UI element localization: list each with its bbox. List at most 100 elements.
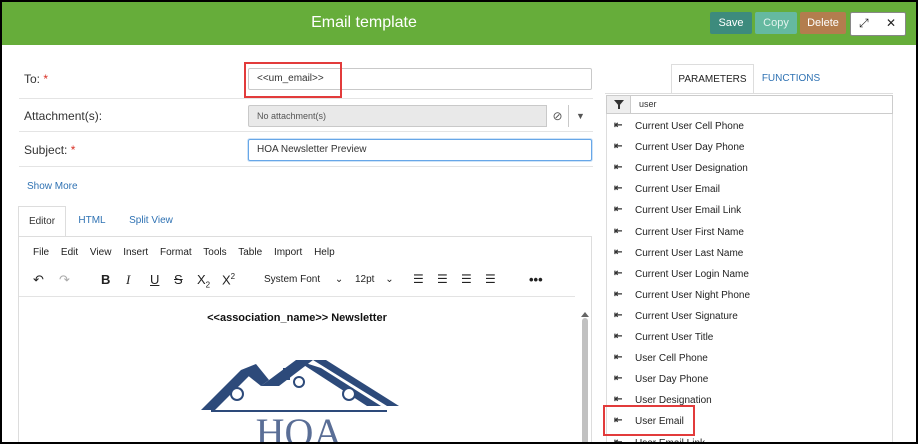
menu-edit[interactable]: Edit bbox=[61, 247, 78, 258]
parameter-item[interactable]: ⇤ Current User Night Phone bbox=[607, 285, 892, 306]
underline-icon[interactable]: U bbox=[150, 272, 159, 287]
font-size-select[interactable]: 12pt ⌄ bbox=[355, 274, 394, 285]
parameter-filter[interactable]: user bbox=[606, 95, 893, 114]
parameter-item[interactable]: ⇤ Current User Login Name bbox=[607, 264, 892, 285]
insert-parameter-icon: ⇤ bbox=[614, 288, 623, 300]
tab-html[interactable]: HTML bbox=[70, 206, 114, 237]
strikethrough-icon[interactable]: S bbox=[174, 272, 183, 287]
menu-tools[interactable]: Tools bbox=[203, 247, 226, 258]
menu-format[interactable]: Format bbox=[160, 247, 192, 258]
required-mark: * bbox=[43, 72, 49, 86]
to-label: To: * bbox=[24, 72, 48, 86]
show-more-link[interactable]: Show More bbox=[27, 181, 78, 192]
insert-parameter-icon: ⇤ bbox=[614, 204, 623, 216]
align-justify-icon[interactable]: ☰ bbox=[485, 272, 496, 286]
parameter-item-label: Current User Email Link bbox=[635, 205, 742, 217]
scroll-up-icon[interactable] bbox=[581, 312, 589, 317]
menu-view[interactable]: View bbox=[90, 247, 112, 258]
insert-parameter-icon: ⇤ bbox=[614, 394, 623, 406]
parameter-item[interactable]: ⇤ User Cell Phone bbox=[607, 348, 892, 369]
tab-split-view[interactable]: Split View bbox=[118, 206, 184, 237]
parameter-list: ⇤ Current User Cell Phone ⇤ Current User Da… bbox=[606, 114, 893, 444]
to-highlight-box bbox=[244, 62, 342, 98]
parameter-item[interactable]: ⇤ Current User Title bbox=[607, 327, 892, 348]
hoa-logo-text: HOA bbox=[256, 410, 343, 444]
email-template-dialog: Email template Save Copy Delete ⤢ ✕ To: … bbox=[0, 0, 918, 444]
parameter-item-label: Current User Login Name bbox=[635, 268, 749, 280]
document-heading[interactable]: <<association_name>> Newsletter bbox=[19, 312, 575, 324]
font-family-value: System Font bbox=[264, 274, 321, 285]
menu-import[interactable]: Import bbox=[274, 247, 302, 258]
window-controls: ⤢ ✕ bbox=[850, 12, 906, 36]
hoa-logo: HOA bbox=[201, 360, 399, 444]
subject-label-text: Subject: bbox=[24, 143, 68, 157]
parameter-item-label: Current User First Name bbox=[635, 226, 744, 238]
parameter-item[interactable]: ⇤ Current User Email Link bbox=[607, 200, 892, 221]
tab-parameters[interactable]: PARAMETERS bbox=[671, 64, 754, 94]
subscript-icon[interactable]: X2 bbox=[197, 272, 210, 290]
parameter-item-label: Current User Email bbox=[635, 184, 721, 196]
attachments-field[interactable]: No attachment(s) bbox=[248, 105, 592, 127]
menu-insert[interactable]: Insert bbox=[123, 247, 148, 258]
parameter-item-label: Current User Day Phone bbox=[635, 142, 745, 154]
menu-help[interactable]: Help bbox=[314, 247, 335, 258]
insert-parameter-icon: ⇤ bbox=[614, 309, 623, 321]
expand-icon[interactable]: ⤢ bbox=[859, 16, 869, 31]
parameter-item-label: User Day Phone bbox=[635, 374, 709, 386]
superscript-icon[interactable]: X2 bbox=[222, 272, 235, 287]
align-left-icon[interactable]: ☰ bbox=[413, 272, 424, 286]
filter-input[interactable]: user bbox=[639, 99, 657, 109]
copy-button[interactable]: Copy bbox=[755, 12, 797, 34]
parameter-item-label: Current User Signature bbox=[635, 310, 738, 322]
editor-toolbar: ↶ ↷ B I U S X2 X2 System Font ⌄ 12pt ⌄ ☰… bbox=[29, 272, 579, 290]
parameter-item[interactable]: ⇤ Current User Email bbox=[607, 179, 892, 200]
divider bbox=[19, 98, 593, 99]
align-right-icon[interactable]: ☰ bbox=[461, 272, 472, 286]
parameter-item[interactable]: ⇤ User Day Phone bbox=[607, 369, 892, 390]
required-mark: * bbox=[70, 143, 76, 157]
parameter-item[interactable]: ⇤ Current User Last Name bbox=[607, 243, 892, 264]
toolbar-divider bbox=[19, 296, 575, 297]
paperclip-icon[interactable]: ⊘ bbox=[546, 105, 568, 127]
menu-file[interactable]: File bbox=[33, 247, 49, 258]
parameter-item[interactable]: ⇤ Current User First Name bbox=[607, 222, 892, 243]
more-options-icon[interactable]: ••• bbox=[529, 272, 543, 287]
attachments-label: Attachment(s): bbox=[24, 109, 103, 123]
tab-editor[interactable]: Editor bbox=[18, 206, 66, 237]
panel-tabs-divider bbox=[605, 93, 893, 94]
editor-tabs: Editor HTML Split View bbox=[18, 206, 592, 237]
parameter-item-label: Current User Cell Phone bbox=[635, 121, 744, 132]
tab-functions[interactable]: FUNCTIONS bbox=[760, 64, 822, 94]
chevron-down-icon: ⌄ bbox=[385, 274, 394, 285]
subject-field[interactable]: HOA Newsletter Preview bbox=[248, 139, 592, 161]
insert-parameter-icon: ⇤ bbox=[614, 436, 623, 444]
parameter-item-label: Current User Title bbox=[635, 332, 714, 343]
parameter-item[interactable]: ⇤ Current User Signature bbox=[607, 306, 892, 327]
insert-parameter-icon: ⇤ bbox=[614, 246, 623, 258]
chevron-down-icon[interactable]: ▼ bbox=[568, 105, 592, 127]
insert-parameter-icon: ⇤ bbox=[614, 267, 623, 279]
parameter-item[interactable]: ⇤ Current User Day Phone bbox=[607, 137, 892, 158]
font-family-select[interactable]: System Font ⌄ bbox=[264, 274, 343, 285]
bold-icon[interactable]: B bbox=[101, 272, 110, 287]
parameter-item[interactable]: ⇤ Current User Cell Phone bbox=[607, 116, 892, 137]
menu-table[interactable]: Table bbox=[238, 247, 262, 258]
editor-scrollbar[interactable] bbox=[581, 312, 589, 442]
parameter-item-label: Current User Designation bbox=[635, 163, 748, 175]
italic-icon[interactable]: I bbox=[126, 272, 130, 288]
close-icon[interactable]: ✕ bbox=[886, 16, 896, 30]
parameter-item[interactable]: ⇤ Current User Designation bbox=[607, 158, 892, 179]
undo-icon[interactable]: ↶ bbox=[33, 272, 44, 288]
attachment-controls: ⊘ ▼ bbox=[546, 105, 592, 127]
save-button[interactable]: Save bbox=[710, 12, 752, 34]
align-center-icon[interactable]: ☰ bbox=[437, 272, 448, 286]
to-label-text: To: bbox=[24, 72, 41, 86]
parameter-item-label: Current User Night Phone bbox=[635, 289, 751, 301]
user-email-highlight-box bbox=[603, 405, 695, 436]
redo-icon[interactable]: ↷ bbox=[59, 272, 70, 288]
dialog-title: Email template bbox=[311, 14, 417, 31]
delete-button[interactable]: Delete bbox=[800, 12, 846, 34]
dialog-header: Email template Save Copy Delete ⤢ ✕ bbox=[2, 2, 916, 45]
insert-parameter-icon: ⇤ bbox=[614, 162, 623, 174]
scrollbar-thumb[interactable] bbox=[582, 318, 588, 442]
